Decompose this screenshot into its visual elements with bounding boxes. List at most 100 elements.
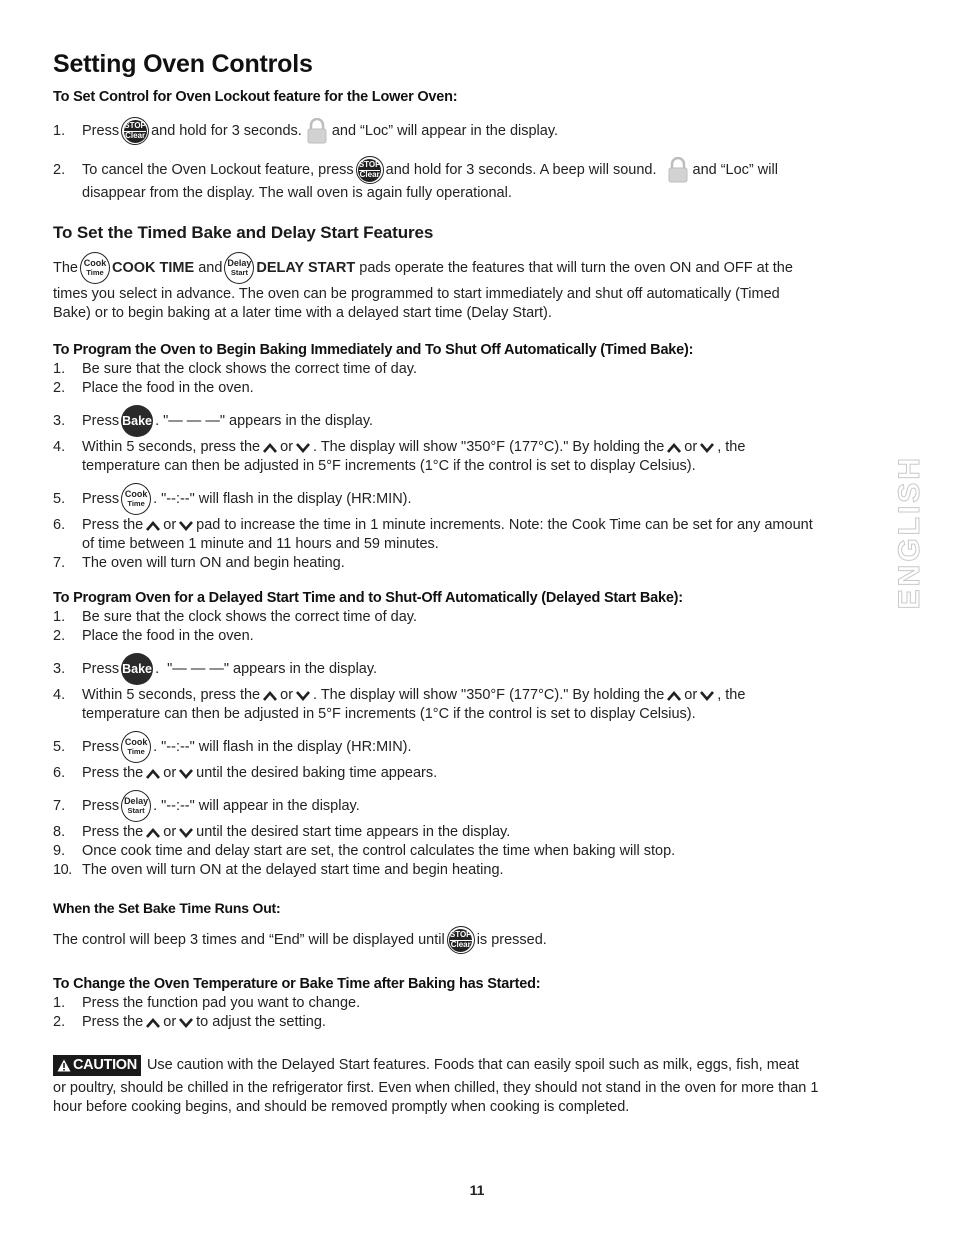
delayed-bake-step-10: 10. The oven will turn ON at the delayed … (53, 861, 504, 880)
pad-label: Cook (124, 737, 148, 747)
step-text: . The display will show "350°F (177°C)."… (313, 439, 665, 455)
pad-label: Time (86, 268, 104, 277)
step-number: 7. (53, 555, 66, 571)
step-text: or (163, 1014, 177, 1030)
step-text: or (163, 765, 177, 781)
down-arrow-icon (179, 1018, 193, 1028)
delayed-bake-step-7: 7. Press Delay Start . "--:--" will appea… (53, 790, 360, 822)
bake-pad-icon: Bake (121, 405, 154, 437)
delayed-bake-step-2: 2. Place the food in the oven. (53, 627, 254, 646)
step-number: 2. (53, 628, 66, 644)
cook-time-pad-icon: Cook Time (80, 252, 110, 284)
down-arrow-icon (179, 828, 193, 838)
delayed-bake-step-6: 6. Press the or until the desired baking… (53, 764, 437, 783)
step-text: . The display will show "350°F (177°C)."… (313, 687, 665, 703)
step-text: Press (82, 412, 120, 429)
caution-label: CAUTION (73, 1057, 137, 1073)
step-number: 1. (53, 122, 66, 139)
step-text: . "--:--" will flash in the display (HR:… (153, 490, 412, 507)
step-text: Press the (82, 824, 144, 840)
step-text: To cancel the Oven Lockout feature, pres… (82, 161, 354, 178)
stop-clear-pad-icon: STOP Clear (121, 117, 150, 145)
step-number: 4. (53, 439, 66, 455)
caution-badge: CAUTION (53, 1055, 141, 1076)
step-number: 3. (53, 660, 66, 677)
caution-line-3: hour before cooking begins, and should b… (53, 1099, 630, 1115)
down-arrow-icon (700, 443, 714, 453)
step-text: Press the (82, 765, 144, 781)
step-text: Press the (82, 1014, 144, 1030)
delayed-bake-step-9: 9. Once cook time and delay start are set… (53, 842, 675, 861)
up-arrow-icon (667, 443, 681, 453)
step-text: , the (717, 687, 746, 703)
timed-bake-heading: To Program the Oven to Begin Baking Imme… (53, 342, 694, 358)
timed-delay-intro-line-1: The Cook Time COOK TIME and Delay Start DE… (53, 252, 793, 284)
stop-clear-pad-icon: STOP Clear (446, 926, 475, 954)
lockout-step-2-continued: disappear from the display. The wall ove… (82, 185, 512, 201)
step-number: 2. (53, 1014, 66, 1030)
delay-start-pad-icon: Delay Start (224, 252, 255, 284)
up-arrow-icon (146, 521, 160, 531)
change-step-2: 2. Press the or to adjust the setting. (53, 1013, 326, 1032)
pad-label: Time (127, 499, 145, 508)
delay-start-label: DELAY START (256, 259, 356, 276)
timed-bake-step-6-continued: of time between 1 minute and 11 hours an… (82, 536, 439, 552)
step-number: 2. (53, 161, 66, 178)
step-text: or (163, 824, 177, 840)
step-text: and hold for 3 seconds. (151, 122, 302, 139)
change-heading: To Change the Oven Temperature or Bake T… (53, 976, 541, 992)
step-text: and hold for 3 seconds. A beep will soun… (385, 161, 657, 178)
step-text: Place the food in the oven. (82, 380, 254, 396)
step-text: The oven will turn ON and begin heating. (82, 555, 345, 571)
step-text: and “Loc” will (692, 161, 778, 178)
step-text: or (280, 687, 294, 703)
lockout-step-1: 1. Press STOP Clear and hold for 3 second… (53, 117, 558, 145)
up-arrow-icon (263, 691, 277, 701)
delayed-bake-step-8: 8. Press the or until the desired start … (53, 823, 510, 842)
step-number: 3. (53, 412, 66, 429)
language-label: ENGLISH (893, 455, 927, 610)
delayed-bake-step-4: 4. Within 5 seconds, press the or . The … (53, 686, 745, 705)
step-number: 7. (53, 797, 66, 814)
step-text: pad to increase the time in 1 minute inc… (196, 517, 813, 533)
pad-label: Cook (124, 489, 148, 499)
timed-bake-step-2: 2. Place the food in the oven. (53, 379, 254, 398)
step-text: Press (82, 490, 120, 507)
runs-out-text: The control will beep 3 times and “End” … (53, 926, 547, 954)
step-text: until the desired start time appears in … (196, 824, 511, 840)
step-text: Press the function pad you want to chang… (82, 995, 361, 1011)
step-text: or (163, 517, 177, 533)
step-text: Once cook time and delay start are set, … (82, 843, 676, 859)
step-text: or (684, 687, 698, 703)
step-text: Place the food in the oven. (82, 628, 254, 644)
body-text: is pressed. (476, 931, 547, 948)
timed-bake-step-6: 6. Press the or pad to increase the time… (53, 516, 813, 535)
step-number: 6. (53, 765, 66, 781)
step-number: 1. (53, 995, 66, 1011)
pad-label: Start (127, 806, 145, 815)
intro-text: pads operate the features that will turn… (359, 259, 793, 276)
step-number: 1. (53, 361, 66, 377)
step-number: 2. (53, 380, 66, 396)
step-number: 5. (53, 738, 66, 755)
cook-time-label: COOK TIME (112, 259, 195, 276)
step-text: . "--:--" will appear in the display. (153, 797, 360, 814)
step-text: or (280, 439, 294, 455)
step-text: Within 5 seconds, press the (82, 439, 261, 455)
up-arrow-icon (146, 1018, 160, 1028)
step-number: 10. (53, 862, 72, 878)
pad-label: Clear (125, 131, 146, 140)
timed-bake-step-4: 4. Within 5 seconds, press the or . The … (53, 438, 745, 457)
bake-pad-icon: Bake (121, 653, 154, 685)
down-arrow-icon (700, 691, 714, 701)
timed-delay-heading: To Set the Timed Bake and Delay Start Fe… (53, 223, 434, 242)
intro-text: The (53, 259, 78, 276)
timed-bake-step-4-continued: temperature can then be adjusted in 5°F … (82, 458, 696, 474)
lock-icon (306, 118, 328, 144)
step-text: The oven will turn ON at the delayed sta… (82, 862, 504, 878)
step-number: 8. (53, 824, 66, 840)
stop-clear-pad-icon: STOP Clear (355, 156, 384, 184)
delayed-bake-heading: To Program Oven for a Delayed Start Time… (53, 590, 683, 606)
step-text: . "— — —" appears in the display. (155, 660, 378, 677)
up-arrow-icon (667, 691, 681, 701)
